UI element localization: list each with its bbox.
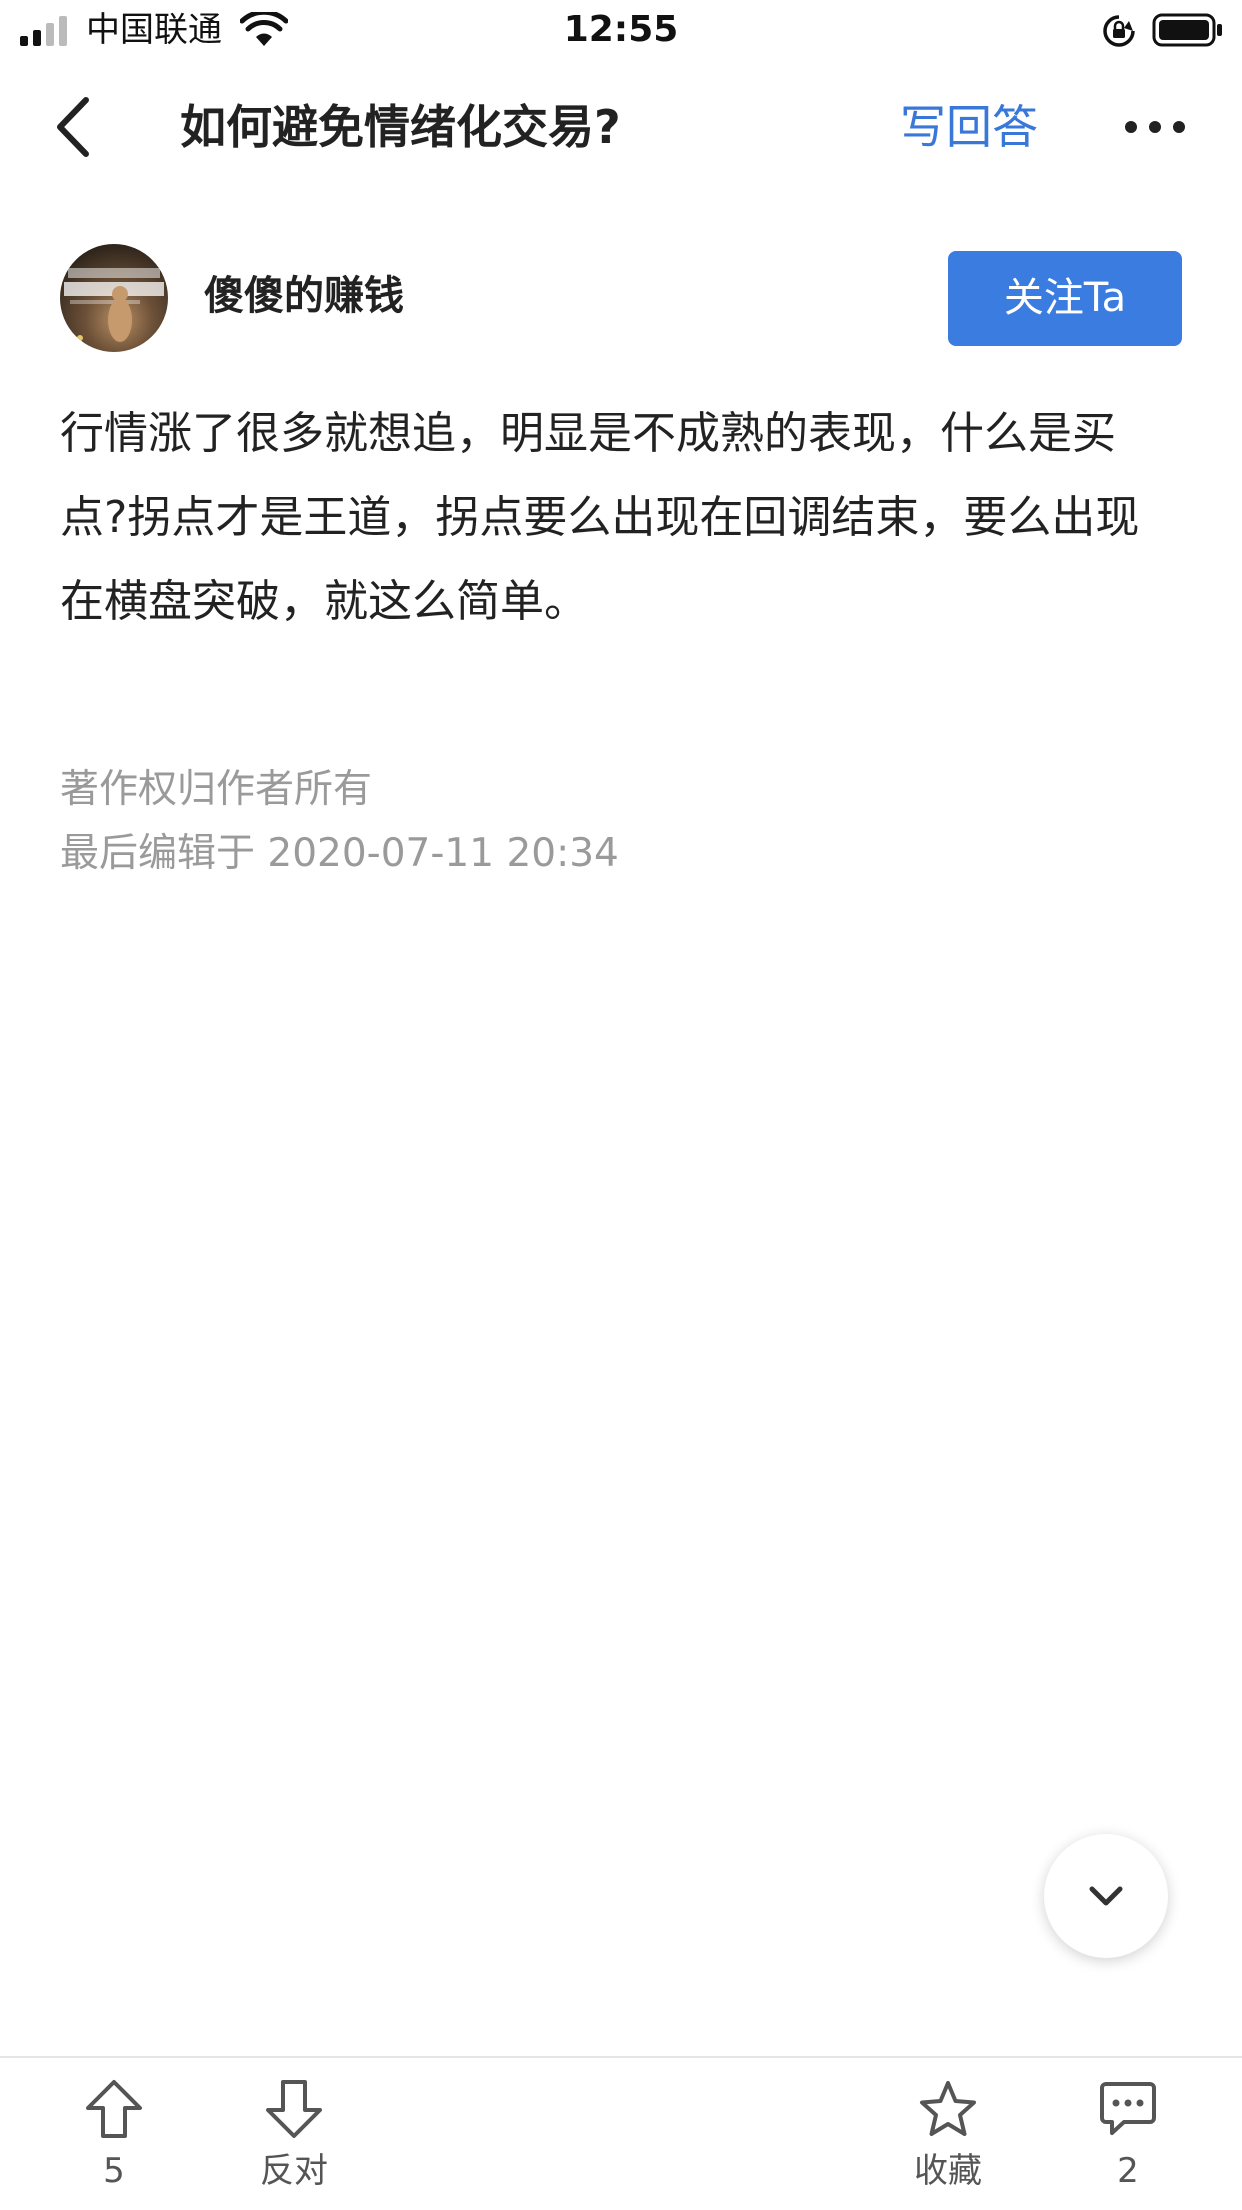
favorite-button[interactable]: 收藏	[878, 2078, 1018, 2198]
chevron-left-icon	[57, 97, 89, 157]
battery-icon	[1152, 13, 1222, 47]
upvote-count: 5	[103, 2151, 125, 2191]
avatar-image	[64, 268, 164, 342]
page-title: 如何避免情绪化交易?	[180, 100, 621, 154]
author-name[interactable]: 傻傻的赚钱	[204, 268, 404, 324]
star-icon	[920, 2081, 976, 2136]
comment-count: 2	[1117, 2151, 1139, 2191]
nav-bar: 如何避免情绪化交易? 写回答	[0, 62, 1242, 192]
answer-text: 行情涨了很多就想追，明显是不成熟的表现，什么是买点?拐点才是王道，拐点要么出现在…	[60, 408, 1140, 627]
status-bar: 中国联通 12:55	[0, 0, 1242, 62]
rotation-lock-icon	[1103, 15, 1135, 47]
status-time: 12:55	[563, 9, 679, 50]
comment-bubble-icon	[1100, 2082, 1156, 2135]
bottom-toolbar: 5 反对 收藏 2	[0, 2056, 1242, 2210]
write-answer-button[interactable]: 写回答	[900, 96, 1038, 158]
back-button[interactable]	[46, 92, 106, 162]
chevron-down-icon	[1089, 1886, 1123, 1906]
more-button[interactable]	[1120, 102, 1190, 152]
last-edited-time: 最后编辑于 2020-07-11 20:34	[60, 831, 619, 876]
avatar[interactable]	[60, 244, 168, 352]
scroll-down-button[interactable]	[1044, 1834, 1168, 1958]
favorite-label: 收藏	[914, 2151, 982, 2191]
upvote-button[interactable]: 5	[44, 2078, 184, 2198]
arrow-down-icon	[266, 2080, 322, 2138]
copyright-note: 著作权归作者所有	[60, 767, 373, 812]
comment-button[interactable]: 2	[1058, 2078, 1198, 2198]
downvote-label: 反对	[260, 2151, 328, 2191]
more-dots-icon	[1125, 121, 1185, 133]
follow-button[interactable]: 关注Ta	[948, 251, 1182, 346]
arrow-up-icon	[86, 2080, 142, 2138]
downvote-button[interactable]: 反对	[224, 2078, 364, 2198]
